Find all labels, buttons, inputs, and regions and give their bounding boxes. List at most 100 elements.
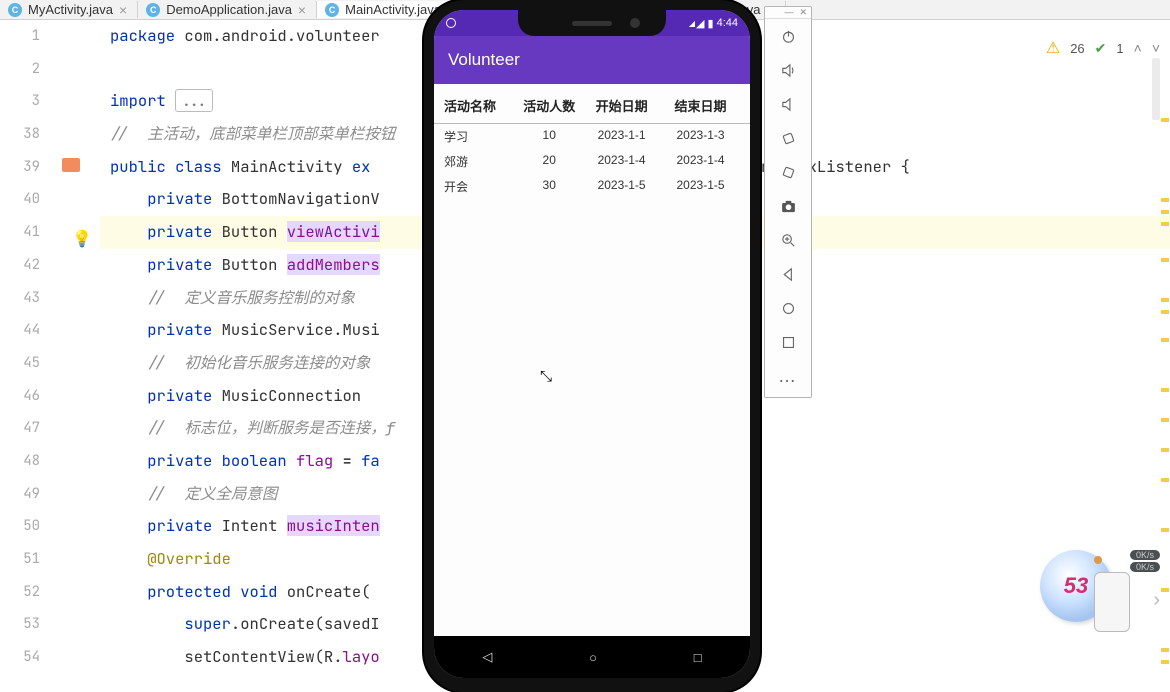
line-number: 47 xyxy=(0,412,40,445)
more-button[interactable]: … xyxy=(765,359,811,393)
power-button[interactable] xyxy=(765,19,811,53)
app-title-bar: Volunteer xyxy=(434,36,750,84)
icon-gutter xyxy=(50,20,100,688)
rotate-right-button[interactable] xyxy=(765,155,811,189)
scrollbar-thumb[interactable] xyxy=(1152,58,1160,120)
cell-start: 2023-1-5 xyxy=(582,178,661,195)
intention-bulb-icon[interactable]: 💡 xyxy=(72,229,92,249)
android-nav-bar: ◁ ○ □ xyxy=(434,636,750,678)
warning-icon: ⚠ xyxy=(1046,38,1060,58)
line-number: 38 xyxy=(0,118,40,151)
cell-start: 2023-1-1 xyxy=(582,128,661,145)
line-number: 1 xyxy=(0,20,40,53)
class-icon: C xyxy=(146,3,160,17)
cell-start: 2023-1-4 xyxy=(582,153,661,170)
line-number: 3 xyxy=(0,85,40,118)
down-rate: 0K/s xyxy=(1130,562,1160,572)
close-icon[interactable]: ✕ xyxy=(799,8,807,17)
cell-name: 开会 xyxy=(444,178,516,195)
table-row[interactable]: 开会 30 2023-1-5 2023-1-5 xyxy=(434,174,750,199)
rotate-left-button[interactable] xyxy=(765,121,811,155)
line-number: 2 xyxy=(0,53,40,86)
cell-end: 2023-1-5 xyxy=(661,178,740,195)
chevron-right-icon: › xyxy=(1153,589,1160,612)
tab-myactivity[interactable]: C MyActivity.java × xyxy=(0,1,138,18)
table-row[interactable]: 学习 10 2023-1-1 2023-1-3 xyxy=(434,124,750,149)
col-count: 活动人数 xyxy=(516,96,582,115)
emulator-screen[interactable]: ◢ ◢ ▮ 4:44 Volunteer 活动名称 活动人数 开始日期 结束日期… xyxy=(434,10,750,678)
line-number: 43 xyxy=(0,282,40,315)
class-icon: C xyxy=(325,3,339,17)
line-number: 53 xyxy=(0,608,40,641)
tab-label: DemoApplication.java xyxy=(166,2,292,17)
line-number: 46 xyxy=(0,380,40,413)
net-speed: 0K/s 0K/s xyxy=(1130,550,1160,572)
tab-demoapplication[interactable]: C DemoApplication.java × xyxy=(138,1,317,18)
cell-count: 10 xyxy=(516,128,582,145)
table-row[interactable]: 郊游 20 2023-1-4 2023-1-4 xyxy=(434,149,750,174)
col-name: 活动名称 xyxy=(444,96,516,115)
fps-card-icon xyxy=(1094,572,1130,632)
back-button[interactable] xyxy=(765,257,811,291)
signal-icon: ◢ xyxy=(696,17,704,30)
line-number: 41 xyxy=(0,216,40,249)
tab-label: MyActivity.java xyxy=(28,2,113,17)
emulator-window-controls: — ✕ xyxy=(765,7,811,19)
cell-count: 20 xyxy=(516,153,582,170)
warning-count: 26 xyxy=(1070,41,1084,56)
close-icon[interactable]: × xyxy=(119,3,127,17)
home-button[interactable] xyxy=(765,291,811,325)
volume-up-button[interactable] xyxy=(765,53,811,87)
nav-recent-icon[interactable]: □ xyxy=(694,650,702,665)
class-icon: C xyxy=(8,3,22,17)
line-number: 45 xyxy=(0,347,40,380)
emulator-toolbar: — ✕ … xyxy=(764,6,812,398)
line-number: 50 xyxy=(0,510,40,543)
volume-down-button[interactable] xyxy=(765,87,811,121)
cell-end: 2023-1-3 xyxy=(661,128,740,145)
minimize-icon[interactable]: — xyxy=(784,8,793,17)
cell-name: 学习 xyxy=(444,128,516,145)
status-time: 4:44 xyxy=(717,17,738,29)
battery-icon: ▮ xyxy=(708,17,714,30)
tab-label: MainActivity.java xyxy=(345,2,441,17)
line-number: 52 xyxy=(0,576,40,609)
up-rate: 0K/s xyxy=(1130,550,1160,560)
ok-icon: ✔ xyxy=(1095,40,1107,57)
close-icon[interactable]: × xyxy=(298,3,306,17)
col-start: 开始日期 xyxy=(582,96,661,115)
app-title: Volunteer xyxy=(448,50,520,70)
line-number: 44 xyxy=(0,314,40,347)
line-number: 42 xyxy=(0,249,40,282)
overview-button[interactable] xyxy=(765,325,811,359)
table-header: 活动名称 活动人数 开始日期 结束日期 xyxy=(434,88,750,124)
status-dot-icon xyxy=(446,18,456,28)
inspection-marks xyxy=(1160,28,1170,692)
nav-home-icon[interactable]: ○ xyxy=(589,650,597,665)
line-number: 40 xyxy=(0,183,40,216)
device-notch xyxy=(518,10,666,36)
line-number: 48 xyxy=(0,445,40,478)
line-number-gutter: 1 2 3 38 39 40 41 42 43 44 45 46 47 48 4… xyxy=(0,20,50,688)
chevron-up-icon[interactable]: ˄ xyxy=(1134,40,1142,56)
fps-value: 53 xyxy=(1064,573,1088,599)
ok-count: 1 xyxy=(1116,41,1123,56)
fold-ellipsis[interactable]: ... xyxy=(175,89,213,112)
inspection-status[interactable]: ⚠ 26 ✔ 1 ˄ ˅ xyxy=(1046,38,1160,58)
zoom-button[interactable] xyxy=(765,223,811,257)
activity-table: 活动名称 活动人数 开始日期 结束日期 学习 10 2023-1-1 2023-… xyxy=(434,84,750,203)
line-number: 39 xyxy=(0,151,40,184)
screenshot-button[interactable] xyxy=(765,189,811,223)
nav-back-icon[interactable]: ◁ xyxy=(482,649,492,665)
chevron-down-icon[interactable]: ˅ xyxy=(1152,40,1160,56)
col-end: 结束日期 xyxy=(661,96,740,115)
emulator-device: ◢ ◢ ▮ 4:44 Volunteer 活动名称 活动人数 开始日期 结束日期… xyxy=(424,0,760,692)
cell-count: 30 xyxy=(516,178,582,195)
lte-icon: ◢ xyxy=(689,19,693,28)
line-number: 49 xyxy=(0,478,40,511)
line-number: 51 xyxy=(0,543,40,576)
run-gutter-icon[interactable] xyxy=(62,158,80,172)
cell-name: 郊游 xyxy=(444,153,516,170)
mouse-cursor-icon: ⤡ xyxy=(540,368,552,385)
cell-end: 2023-1-4 xyxy=(661,153,740,170)
